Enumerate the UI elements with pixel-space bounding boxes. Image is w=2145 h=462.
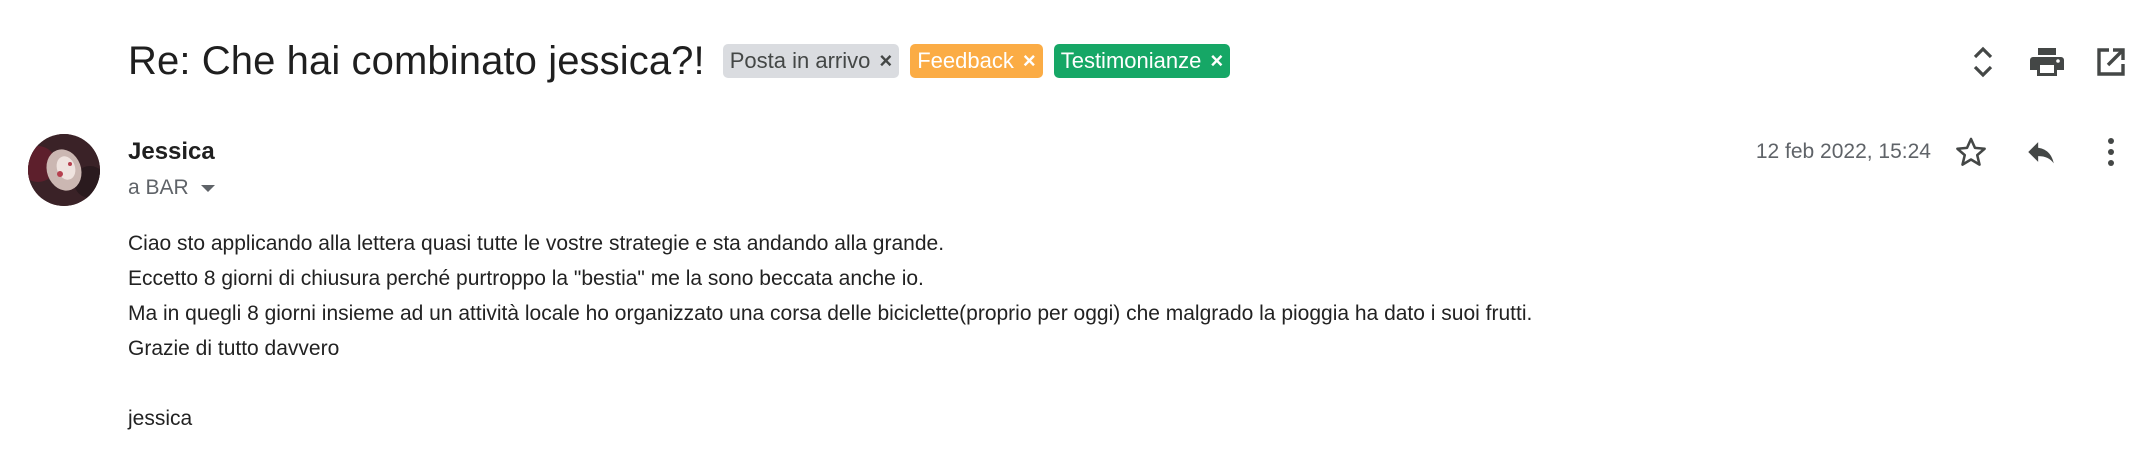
signature: jessica [128,407,193,430]
label-chip-testimonianze[interactable]: Testimonianze × [1053,44,1231,78]
reply-button[interactable] [2019,130,2063,174]
recipient-text: a BAR [128,176,189,199]
star-button[interactable] [1949,130,1993,174]
email-subject: Re: Che hai combinato jessica?! [128,38,705,83]
body-line: Ma in quegli 8 giorni insieme ad un atti… [128,302,1533,325]
body-line: Ciao sto applicando alla lettera quasi t… [128,232,945,255]
subject-row: Re: Che hai combinato jessica?! Posta in… [128,34,1241,88]
remove-label-icon[interactable]: × [879,50,892,72]
reply-icon [2028,142,2054,164]
sender-name: Jessica [128,138,215,165]
print-button[interactable] [2025,40,2069,84]
more-vert-icon [2108,138,2114,166]
label-chip-feedback[interactable]: Feedback × [910,44,1043,78]
thread-actions [1941,40,2133,84]
open-in-new-window-icon [2097,48,2125,76]
label-chip-text: Feedback [917,48,1014,73]
remove-label-icon[interactable]: × [1023,50,1036,72]
more-options-button[interactable] [2089,130,2133,174]
label-chip-inbox[interactable]: Posta in arrivo × [722,44,900,78]
avatar-image [28,134,100,206]
body-line: Eccetto 8 giorni di chiusura perché purt… [128,267,924,290]
label-chip-text: Posta in arrivo [729,48,871,73]
expand-all-button[interactable] [1961,40,2005,84]
print-icon [2030,48,2064,76]
open-in-new-window-button[interactable] [2089,40,2133,84]
recipient-details-toggle[interactable]: a BAR [128,176,215,200]
message-body: Ciao sto applicando alla lettera quasi t… [128,226,2088,436]
avatar[interactable] [28,134,100,206]
body-line: Grazie di tutto davvero [128,337,340,360]
remove-label-icon[interactable]: × [1210,50,1223,72]
message-actions: 12 feb 2022, 15:24 [1756,130,2133,174]
expand-all-icon [1973,46,1993,78]
message-date: 12 feb 2022, 15:24 [1755,140,1931,163]
star-icon [1956,137,1986,166]
label-chip-text: Testimonianze [1060,48,1202,73]
chevron-down-icon [200,184,215,192]
